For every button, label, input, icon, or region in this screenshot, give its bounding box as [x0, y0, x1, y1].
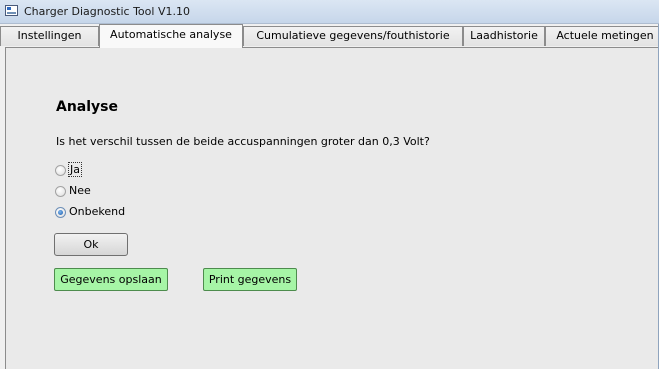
save-data-button[interactable]: Gegevens opslaan	[54, 268, 168, 291]
tab-laadhistorie[interactable]: Laadhistorie	[463, 26, 545, 46]
analysis-heading: Analyse	[56, 99, 119, 115]
print-data-button[interactable]: Print gegevens	[203, 268, 297, 291]
radio-label-onbekend[interactable]: Onbekend	[69, 205, 125, 218]
window-title: Charger Diagnostic Tool V1.10	[24, 5, 190, 18]
tab-automatische-analyse[interactable]: Automatische analyse	[99, 24, 243, 48]
title-bar: Charger Diagnostic Tool V1.10	[0, 0, 659, 24]
window-body: Instellingen Automatische analyse Cumula…	[0, 24, 659, 369]
analysis-question: Is het verschil tussen de beide accuspan…	[56, 135, 430, 148]
radio-button-ja[interactable]	[55, 165, 66, 176]
tab-actuele-metingen[interactable]: Actuele metingen	[545, 26, 659, 46]
ok-button[interactable]: Ok	[54, 233, 128, 256]
tab-instellingen[interactable]: Instellingen	[0, 26, 99, 46]
tab-cumulatieve-gegevens[interactable]: Cumulatieve gegevens/fouthistorie	[243, 26, 463, 46]
tab-strip: Instellingen Automatische analyse Cumula…	[0, 24, 659, 48]
radio-button-nee[interactable]	[55, 186, 66, 197]
radio-label-nee[interactable]: Nee	[69, 184, 91, 197]
radio-label-ja[interactable]: Ja	[68, 162, 82, 177]
radio-button-onbekend[interactable]	[55, 207, 66, 218]
app-window-icon	[5, 5, 18, 16]
